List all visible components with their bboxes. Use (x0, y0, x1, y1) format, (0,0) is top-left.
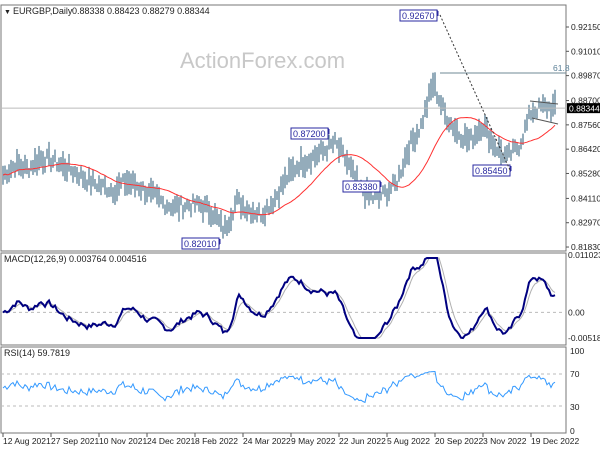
date-tick-label: 12 Aug 2021 (3, 436, 51, 446)
macd-tick-label: 0.00 (568, 307, 585, 317)
date-tick-label: 19 Dec 2022 (531, 436, 579, 446)
macd-tick-label: 0.011023 (568, 250, 600, 260)
rsi-tick-label: 100 (570, 346, 584, 356)
price-label: 0.82010 (184, 239, 217, 249)
watermark: ActionForex.com (180, 48, 345, 73)
price-label: 0.83380 (345, 182, 378, 192)
date-tick-label: 10 Nov 2021 (99, 436, 147, 446)
price-tick-label: 0.86420 (571, 144, 600, 154)
date-tick-label: 8 Feb 2022 (195, 436, 238, 446)
rsi-tick-label: 0 (570, 426, 575, 436)
date-tick-label: 3 Nov 2022 (483, 436, 527, 446)
date-tick-label: 5 Aug 2022 (387, 436, 430, 446)
date-tick-label: 20 Sep 2022 (435, 436, 483, 446)
rsi-pane (0, 346, 567, 434)
price-tick-label: 0.91010 (571, 46, 600, 56)
symbol-title: EURGBP,Daily (13, 6, 73, 16)
current-price-label: 0.88344 (569, 104, 600, 114)
chart-window: ActionForex.com ▼ EURGBP,Daily 0.88338 0… (0, 4, 600, 446)
price-tick-label: 0.84110 (571, 193, 600, 203)
price-tick-label: 0.89870 (571, 71, 600, 81)
date-tick-label: 24 Mar 2022 (243, 436, 291, 446)
macd-pane (0, 252, 567, 346)
price-tick-label: 0.87560 (571, 120, 600, 130)
rsi-tick-label: 70 (570, 369, 580, 379)
rsi-title: RSI(14) 59.7819 (4, 348, 70, 358)
price-tick-label: 0.92150 (571, 22, 600, 32)
price-label: 0.92670 (402, 11, 435, 21)
price-label: 0.85450 (475, 166, 508, 176)
price-tick-label: 0.82970 (571, 218, 600, 228)
date-tick-label: 24 Dec 2021 (147, 436, 195, 446)
date-tick-label: 22 Jun 2022 (339, 436, 386, 446)
price-tick-label: 0.85280 (571, 168, 600, 178)
macd-title: MACD(12,26,9) 0.003764 0.004516 (4, 254, 147, 264)
rsi-tick-label: 30 (570, 402, 580, 412)
date-tick-label: 27 Sep 2021 (51, 436, 99, 446)
macd-tick-label: -0.005182 (568, 333, 600, 343)
ohlc-readout: 0.88338 0.88423 0.88279 0.88344 (72, 6, 210, 16)
collapse-triangle-icon[interactable]: ▼ (4, 9, 11, 16)
fibonacci-level-label: 61.8 (553, 63, 570, 73)
price-label: 0.87200 (293, 129, 326, 139)
date-tick-label: 9 May 2022 (291, 436, 336, 446)
